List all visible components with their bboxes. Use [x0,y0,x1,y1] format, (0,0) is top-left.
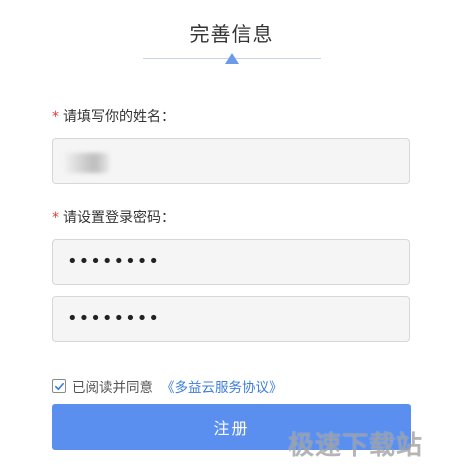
required-mark: * [52,210,59,226]
page-title: 完善信息 [189,22,274,46]
agreement-row: 已阅读并同意 《多益云服务协议》 [52,376,283,396]
confirm-password-input[interactable]: •••••••• [52,296,410,342]
name-input[interactable] [52,138,410,184]
required-mark: * [52,109,59,125]
agree-checkbox[interactable] [52,379,66,393]
watermark-logo: 极速下载站 [288,431,424,461]
password-input[interactable]: •••••••• [52,239,410,285]
password-value: •••••••• [67,251,160,272]
blurred-name-value [63,153,109,173]
name-label-text: 请填写你的姓名： [63,109,175,125]
checkmark-icon [54,382,64,390]
confirm-password-value: •••••••• [67,308,160,329]
triangle-indicator-icon [225,53,239,64]
password-label-text: 请设置登录密码： [63,210,175,226]
password-label: * 请设置登录密码： [52,207,175,227]
agreement-link[interactable]: 《多益云服务协议》 [161,376,283,396]
name-label: * 请填写你的姓名： [52,106,175,126]
agree-text: 已阅读并同意 [72,380,153,396]
